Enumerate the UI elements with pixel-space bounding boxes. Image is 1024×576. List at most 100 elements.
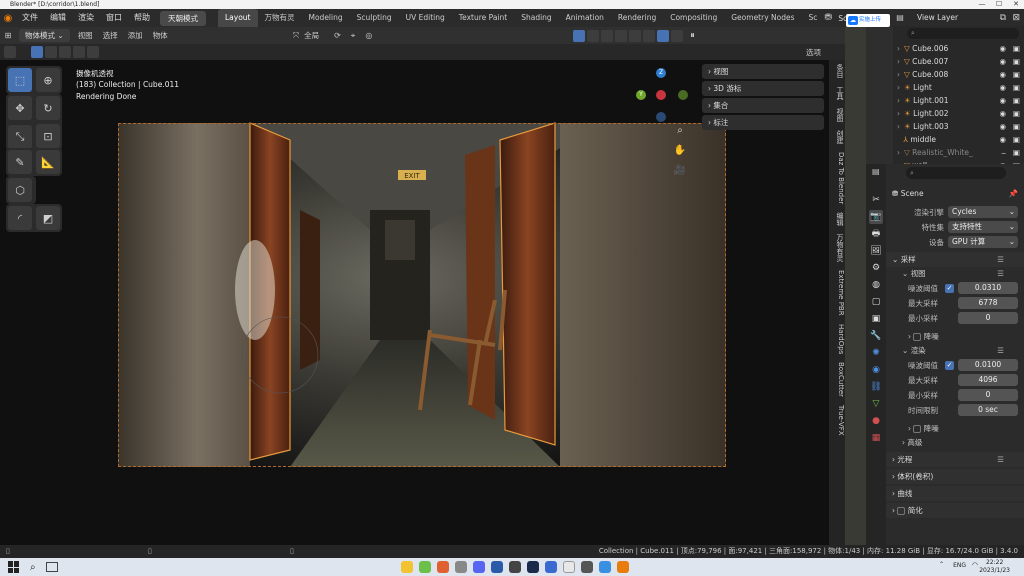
panel-annotations[interactable]: › 标注 — [702, 115, 824, 130]
volumes-section[interactable]: › 体积(卷积) — [886, 469, 1024, 484]
simplify-section[interactable]: › 简化 — [886, 503, 1024, 518]
discord-icon[interactable] — [472, 561, 485, 573]
outliner-row[interactable]: › ☀ Light.001 ◉ ▣ — [893, 94, 1024, 107]
close-button[interactable]: ✕ — [1009, 0, 1023, 9]
scene-tab-icon[interactable]: ⚙ — [869, 261, 883, 275]
outliner-row[interactable]: › ▽ Cube.008 ◉ ▣ — [893, 68, 1024, 81]
menu-window[interactable]: 窗口 — [100, 9, 128, 27]
material-tab-icon[interactable]: ● — [869, 414, 883, 428]
cloud-upload-button[interactable]: ☁ 实施上传 — [846, 14, 890, 27]
properties-search-input[interactable]: ⌕ — [906, 167, 1006, 179]
sidebar-tab-view[interactable]: 视图 — [829, 104, 845, 126]
tab-wanwu[interactable]: 万物有灵 — [258, 9, 302, 27]
vp-denoise-checkbox[interactable] — [913, 333, 922, 341]
outliner-row[interactable]: › ☀ Light.002 ◉ ▣ — [893, 107, 1024, 120]
copy-icon[interactable]: ⧉ — [1000, 13, 1006, 23]
sidebar-tab-tool[interactable]: 工具 — [829, 82, 845, 104]
particles-tab-icon[interactable]: ✺ — [869, 346, 883, 360]
gizmo-y-negative[interactable] — [678, 90, 688, 100]
wifi-icon[interactable]: ◠ — [972, 561, 978, 569]
move-tool-icon[interactable]: ✥ — [8, 96, 32, 120]
app-steam-icon[interactable] — [580, 561, 593, 573]
app-gray-icon[interactable] — [454, 561, 467, 573]
steam-icon[interactable] — [526, 561, 539, 573]
snap-icon[interactable]: ⌖ — [351, 31, 356, 41]
tab-scripting[interactable]: Sc — [802, 9, 825, 27]
rendered-shading-icon[interactable] — [657, 29, 670, 42]
advanced-subsection[interactable]: › 高级 — [886, 436, 1024, 450]
camera-icon[interactable]: ▣ — [1013, 107, 1020, 120]
object-tab-icon[interactable]: ▣ — [869, 312, 883, 326]
sidebar-tab-daz[interactable]: Daz To Blender — [829, 148, 845, 208]
collection-tab-icon[interactable]: ▢ — [869, 295, 883, 309]
maximize-button[interactable]: ☐ — [992, 0, 1006, 9]
select-mode-intersect-icon[interactable] — [73, 46, 85, 58]
view-layer-tab-icon[interactable]: 🖼 — [869, 244, 883, 258]
navigation-gizmo[interactable]: Z Y — [636, 68, 688, 122]
select-mode-subtract-icon[interactable] — [59, 46, 71, 58]
bevel-tool-icon[interactable]: ◜ — [8, 206, 32, 230]
xray-toggle-icon[interactable] — [601, 29, 614, 42]
outliner-row[interactable]: › ▽ Cube.006 ◉ ▣ — [893, 42, 1024, 55]
view-layer-selector[interactable]: View Layer — [917, 13, 958, 22]
modifier-tab-icon[interactable]: 🔧 — [869, 329, 883, 343]
eye-icon[interactable]: ◉ — [999, 120, 1006, 133]
knife-tool-icon[interactable]: ◩ — [36, 206, 60, 230]
options-dropdown[interactable]: 选项 — [806, 47, 821, 58]
select-mode-invert-icon[interactable] — [87, 46, 99, 58]
list-icon[interactable]: ☰ — [997, 252, 1004, 267]
r-max-samples-field[interactable]: 4096 — [958, 374, 1018, 386]
app-blue-icon[interactable] — [490, 561, 503, 573]
taskbar-clock[interactable]: 22:22 2023/1/23 — [979, 559, 1010, 575]
camera-icon[interactable]: ▣ — [1013, 55, 1020, 68]
sampling-section[interactable]: ⌄ 采样 ☰ — [886, 252, 1024, 267]
eye-icon[interactable]: ◉ — [999, 94, 1006, 107]
file-explorer-icon[interactable] — [400, 561, 413, 573]
app-p-icon[interactable] — [598, 561, 611, 573]
pivot-icon[interactable]: ⟳ — [334, 31, 341, 40]
app-dark-icon[interactable] — [508, 561, 521, 573]
outliner-row[interactable]: ⅄ middle ◉ ▣ — [893, 133, 1024, 146]
panel-view[interactable]: › 视图 — [702, 64, 824, 79]
r-min-samples-field[interactable]: 0 — [958, 389, 1018, 401]
camera-icon[interactable]: ▣ — [1013, 133, 1020, 146]
menu-file[interactable]: 文件 — [16, 9, 44, 27]
collapse-icon[interactable] — [4, 46, 16, 58]
constraints-tab-icon[interactable]: ⛓ — [869, 380, 883, 394]
panel-collections[interactable]: › 集合 — [702, 98, 824, 113]
curves-section[interactable]: › 曲线 — [886, 486, 1024, 501]
app-green-icon[interactable] — [418, 561, 431, 573]
editor-type-icon[interactable]: ⊞ — [0, 31, 16, 40]
r-noise-threshold-field[interactable]: 0.0100 — [958, 359, 1018, 371]
app-blue2-icon[interactable] — [544, 561, 557, 573]
tool-tab-icon[interactable]: ✂ — [869, 193, 883, 207]
viewport-subsection[interactable]: ⌄ 视图 ☰ — [886, 267, 1024, 281]
r-noise-threshold-checkbox[interactable]: ✓ — [945, 361, 954, 370]
menu-select[interactable]: 选择 — [98, 27, 123, 44]
sidebar-tab-edit[interactable]: 编辑 — [829, 208, 845, 230]
zoom-icon[interactable]: ⌕ — [672, 125, 688, 141]
search-icon[interactable]: ⌕ — [30, 562, 36, 573]
tab-texture-paint[interactable]: Texture Paint — [452, 9, 514, 27]
language-indicator[interactable]: ENG — [953, 562, 966, 569]
wireframe-shading-icon[interactable] — [615, 29, 628, 42]
object-mode-dropdown[interactable]: 物体模式 ⌄ — [19, 29, 70, 42]
task-view-icon[interactable] — [45, 562, 58, 572]
eye-icon[interactable]: ◉ — [999, 42, 1006, 55]
camera-icon[interactable]: ▣ — [1013, 81, 1020, 94]
r-denoise-checkbox[interactable] — [913, 425, 922, 433]
vp-denoise-subsection[interactable]: › 降噪 — [886, 330, 1024, 344]
eye-icon[interactable]: ◉ — [999, 81, 1006, 94]
select-mode-new-icon[interactable] — [31, 46, 43, 58]
custom-mode-button[interactable]: 天朝模式 — [160, 10, 206, 26]
data-tab-icon[interactable]: ▽ — [869, 397, 883, 411]
sidebar-tab-item[interactable]: 条目 — [829, 60, 845, 82]
tab-animation[interactable]: Animation — [559, 9, 611, 27]
material-shading-icon[interactable] — [643, 29, 656, 42]
tray-chevron-icon[interactable]: ⌃ — [939, 561, 944, 568]
gizmo-x-negative[interactable] — [656, 90, 666, 100]
time-limit-field[interactable]: 0 sec — [958, 404, 1018, 416]
pause-render-icon[interactable]: ⏸ — [690, 31, 695, 41]
r-denoise-subsection[interactable]: › 降噪 — [886, 422, 1024, 436]
camera-icon[interactable]: ▣ — [1013, 120, 1020, 133]
